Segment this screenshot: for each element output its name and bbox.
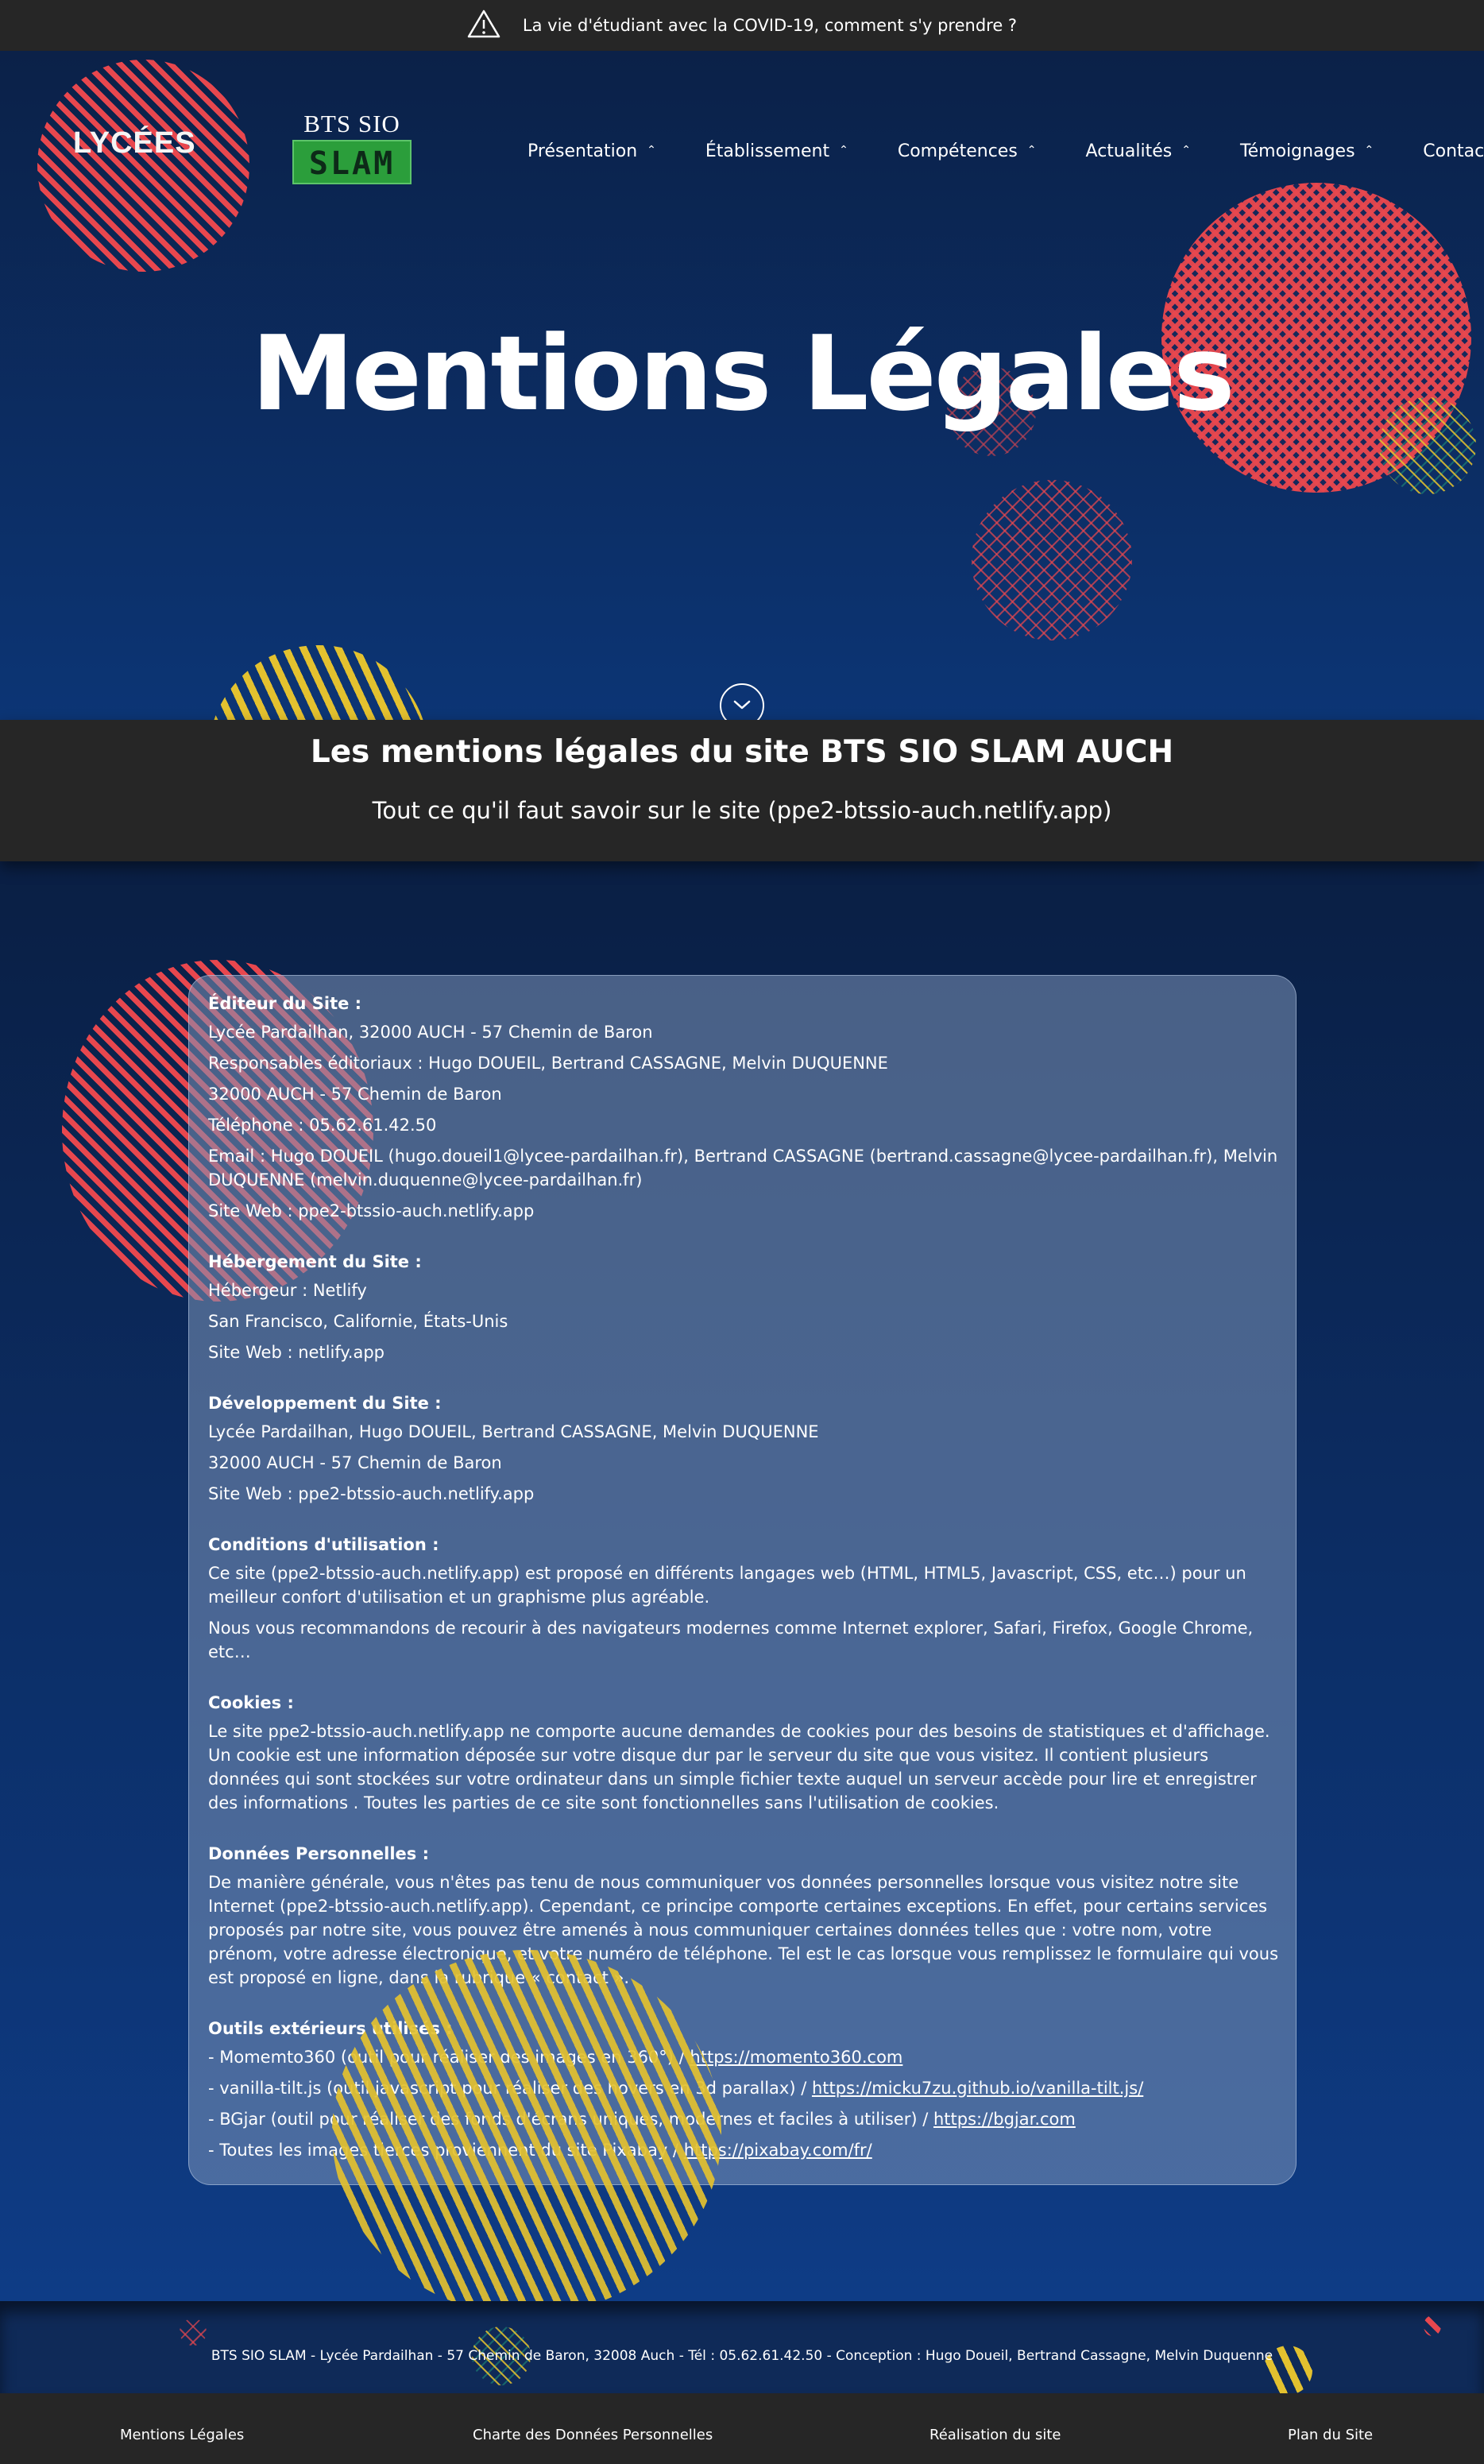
developpement-line: Lycée Pardailhan, Hugo DOUEIL, Bertrand … [208,1422,819,1441]
outil-link[interactable]: https://bgjar.com [933,2110,1076,2129]
heading-developpement: Développement du Site : [208,1394,442,1413]
editeur-line: Responsables éditoriaux : Hugo DOUEIL, B… [208,1054,888,1073]
cookies-text: Le site ppe2-btssio-auch.netlify.app ne … [208,1722,1270,1812]
nav-label: Témoignages [1239,141,1355,161]
footer-info-text: BTS SIO SLAM - Lycée Pardailhan - 57 Che… [211,2348,1273,2364]
developpement-line: Site Web : ppe2-btssio-auch.netlify.app [208,1484,535,1503]
nav-label: Présentation [528,141,638,161]
editeur-line: Lycée Pardailhan, 32000 AUCH - 57 Chemin… [208,1023,653,1042]
chevron-up-icon: ⌃ [839,143,848,157]
decor-circle-red-small [180,2319,207,2346]
main-content: Éditeur du Site : Lycée Pardailhan, 3200… [0,861,1484,2301]
outil-link[interactable]: https://micku7zu.github.io/vanilla-tilt.… [812,2079,1143,2098]
nav-label: Contact [1423,141,1484,161]
chevron-up-icon: ⌃ [1026,143,1037,157]
decor-circle-red-grid [972,480,1132,640]
heading-conditions: Conditions d'utilisation : [208,1535,439,1554]
decor-circle-red-small [1424,2315,1441,2336]
editeur-line: Site Web : ppe2-btssio-auch.netlify.app [208,1201,535,1220]
heading-editeur: Éditeur du Site : [208,994,362,1013]
hebergement-line: San Francisco, Californie, États-Unis [208,1312,508,1331]
page-title: Mentions Légales [251,313,1235,434]
covid-alert-bar[interactable]: La vie d'étudiant avec la COVID-19, comm… [0,0,1484,51]
editeur-line: Email : Hugo DOUEIL (hugo.doueil1@lycee-… [208,1147,1278,1189]
legal-card: Éditeur du Site : Lycée Pardailhan, 3200… [188,975,1297,2185]
footer-link-plan[interactable]: Plan du Site [1288,2427,1373,2443]
decor-circle-yellow-stripes [208,645,429,720]
editeur-line: 32000 AUCH - 57 Chemin de Baron [208,1085,502,1104]
heading-cookies: Cookies : [208,1693,294,1712]
nav-item-presentation[interactable]: Présentation ⌃ [528,141,656,161]
nav-item-etablissement[interactable]: Établissement ⌃ [705,141,848,161]
chevron-up-icon: ⌃ [1364,143,1374,157]
lycees-logo[interactable]: LYCÉES [73,126,196,161]
hebergement-line: Hébergeur : Netlify [208,1281,367,1300]
editeur-line: Téléphone : 05.62.61.42.50 [208,1116,437,1135]
nav-label: Compétences [897,141,1018,161]
decor-circle-yellow-stripes [332,1950,721,2301]
alert-text[interactable]: La vie d'étudiant avec la COVID-19, comm… [523,16,1017,35]
chevron-up-icon: ⌃ [647,143,656,157]
main-nav: Présentation ⌃ Établissement ⌃ Compétenc… [528,141,1484,161]
chevron-up-icon: ⌃ [1181,143,1191,157]
section-subtitle: Tout ce qu'il faut savoir sur le site (p… [372,797,1112,824]
nav-item-actualites[interactable]: Actualités ⌃ [1086,141,1191,161]
heading-hebergement: Hébergement du Site : [208,1252,422,1271]
decor-circle-red-stripes [37,60,249,272]
hero-section: LYCÉES BTS SIO SLAM Présentation ⌃ Établ… [0,51,1484,720]
conditions-line: Ce site (ppe2-btssio-auch.netlify.app) e… [208,1564,1246,1607]
footer-info-bar: BTS SIO SLAM - Lycée Pardailhan - 57 Che… [0,2301,1484,2393]
footer-link-realisation[interactable]: Réalisation du site [929,2427,1061,2443]
outil-link[interactable]: https://momento360.com [690,2048,902,2067]
nav-label: Actualités [1085,141,1173,161]
section-title: Les mentions légales du site BTS SIO SLA… [310,734,1174,770]
nav-item-contact[interactable]: Contact ⌃ [1423,141,1484,161]
heading-donnees: Données Personnelles : [208,1844,429,1863]
nav-item-competences[interactable]: Compétences ⌃ [898,141,1037,161]
bts-logo-top: BTS SIO [303,110,400,137]
conditions-line: Nous vous recommandons de recourir à des… [208,1619,1254,1661]
footer-links-bar: Mentions Légales Charte des Données Pers… [0,2393,1484,2464]
footer-link-charte[interactable]: Charte des Données Personnelles [473,2427,713,2443]
hebergement-line: Site Web : netlify.app [208,1343,385,1362]
footer-link-mentions[interactable]: Mentions Légales [120,2427,244,2443]
bts-sio-slam-logo[interactable]: BTS SIO SLAM [292,110,412,184]
nav-item-temoignages[interactable]: Témoignages ⌃ [1240,141,1374,161]
donnees-text: De manière générale, vous n'êtes pas ten… [208,1873,1279,1987]
chevron-down-icon [732,698,752,714]
scroll-down-button[interactable] [720,683,764,720]
warning-icon [467,9,500,43]
developpement-line: 32000 AUCH - 57 Chemin de Baron [208,1453,502,1472]
nav-label: Établissement [705,141,830,161]
bts-logo-bottom: SLAM [292,140,412,184]
intro-band: Les mentions légales du site BTS SIO SLA… [0,720,1484,861]
